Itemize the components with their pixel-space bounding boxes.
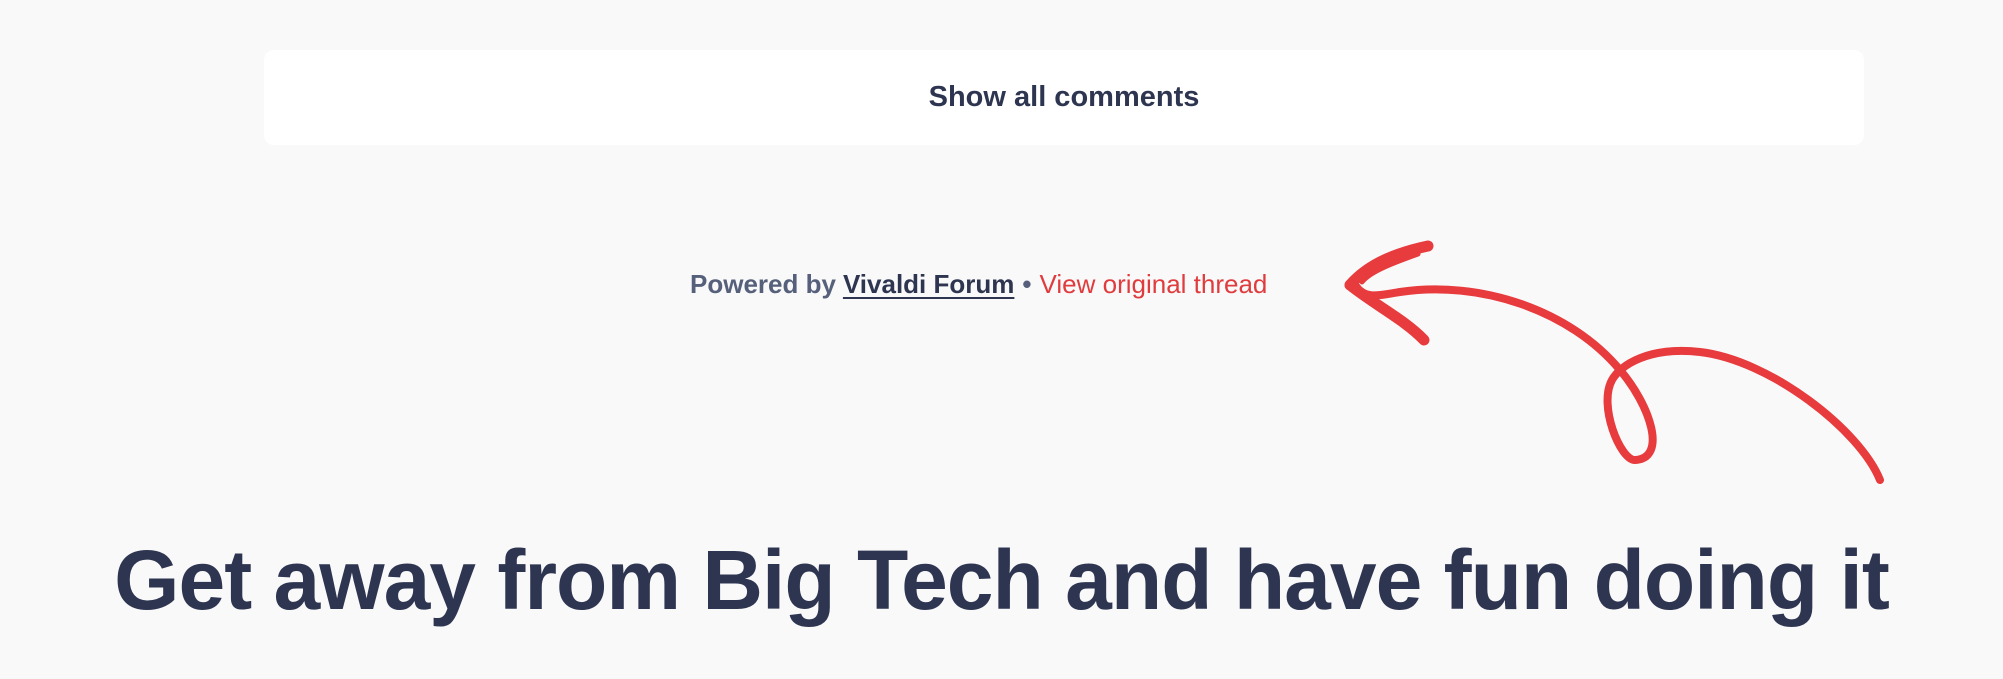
page-headline: Get away from Big Tech and have fun doin… (114, 533, 1890, 627)
powered-by-label: Powered by (690, 268, 836, 299)
view-original-thread-link[interactable]: View original thread (1040, 269, 1268, 300)
separator-dot: • (1022, 268, 1032, 299)
hand-drawn-arrow-icon (1344, 240, 1884, 484)
powered-by-line: Powered by Vivaldi Forum • View original… (690, 262, 1267, 306)
show-all-comments-button[interactable]: Show all comments (264, 50, 1864, 145)
show-all-comments-label: Show all comments (928, 81, 1200, 113)
vivaldi-forum-link[interactable]: Vivaldi Forum (843, 269, 1014, 300)
